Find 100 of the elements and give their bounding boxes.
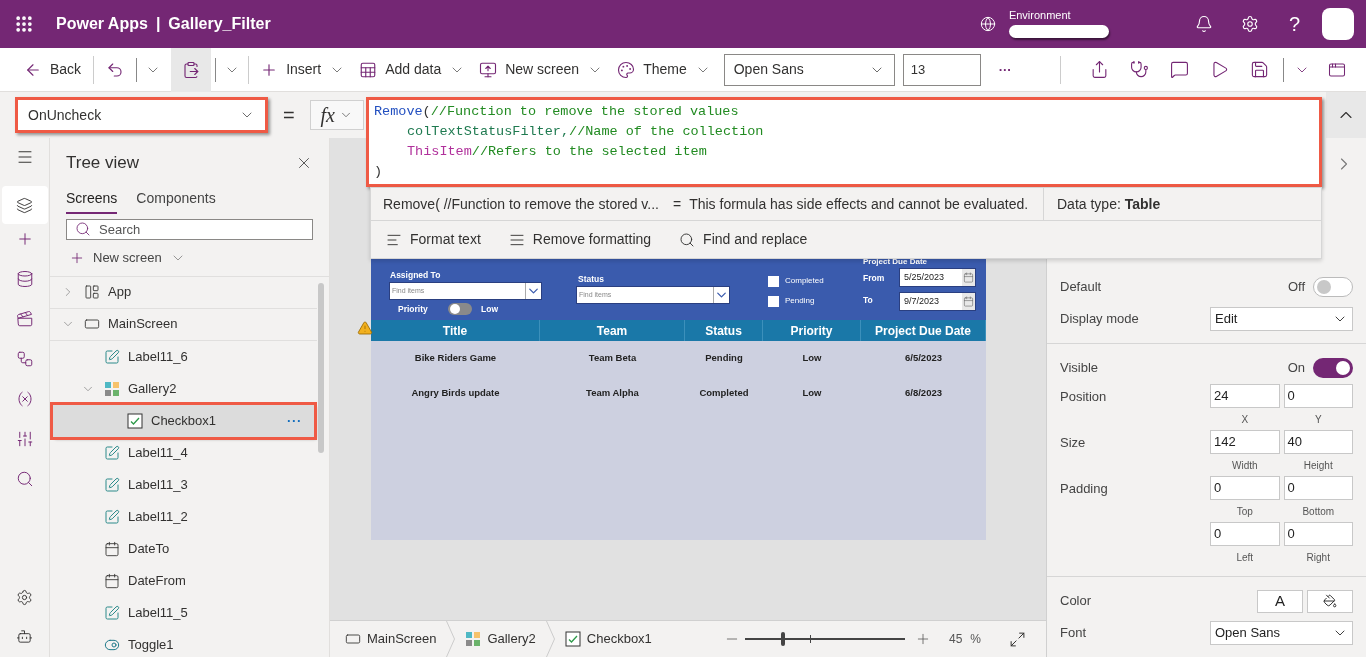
field-caption: Top [1236, 504, 1253, 519]
tree-item[interactable]: Label11_3 [50, 468, 317, 501]
number-field[interactable]: 0 [1283, 384, 1353, 408]
item-label: Gallery2 [128, 379, 177, 398]
checkbox[interactable] [768, 295, 779, 307]
more-button[interactable]: ··· [998, 59, 1012, 80]
toolbar-command[interactable]: Theme [610, 47, 718, 92]
toolbar-command[interactable]: Add data [352, 47, 473, 92]
tree-item[interactable]: MainScreen [50, 308, 317, 341]
menu-icon[interactable] [15, 148, 34, 166]
formula-action[interactable]: Remove formatting [508, 229, 652, 250]
date-picker[interactable]: 9/7/2023 [899, 292, 976, 311]
column-header: Title [371, 320, 540, 341]
search-field[interactable]: Search [66, 218, 313, 240]
formula-editor[interactable]: Remove(//Function to remove the stored values colTextStatusFilter,//Name of the collection ThisItem//Refers to the selected item ) [366, 97, 1322, 187]
item-label: DateTo [128, 539, 170, 558]
number-field[interactable]: 40 [1283, 430, 1353, 454]
notifications-icon[interactable] [1194, 15, 1213, 33]
field-caption: Width [1231, 458, 1258, 473]
number-field[interactable]: 24 [1210, 384, 1280, 408]
bot-icon[interactable] [16, 628, 33, 645]
comment-icon[interactable] [1170, 60, 1189, 79]
text-color-button[interactable]: A [1257, 589, 1303, 613]
tree-item[interactable]: Gallery2 [50, 372, 317, 405]
property-label: Visible [1060, 359, 1100, 378]
zoom-unit: % [970, 631, 981, 648]
toggle-switch[interactable] [448, 303, 472, 315]
field-caption: X [1241, 412, 1249, 427]
tree-item[interactable]: Toggle1 [50, 628, 317, 657]
font-dropdown[interactable]: Open Sans [723, 53, 895, 86]
tree-item[interactable]: Label11_6 [50, 340, 317, 373]
stethoscope-icon[interactable] [1130, 60, 1149, 79]
formula-action[interactable]: Find and replace [679, 229, 808, 250]
number-field[interactable]: 0 [1283, 476, 1353, 500]
breadcrumb-item[interactable]: Checkbox1 [564, 629, 652, 649]
fit-screen-icon[interactable] [1009, 630, 1026, 648]
breadcrumb-item[interactable]: MainScreen [345, 629, 437, 649]
property-dropdown[interactable]: Edit [1210, 307, 1353, 331]
checkbox-icon [564, 631, 581, 647]
tree-item[interactable]: Label11_5 [50, 596, 317, 629]
settings-icon[interactable] [16, 589, 33, 606]
tree-item[interactable]: DateTo [50, 532, 317, 565]
date-picker[interactable]: 5/25/2023 [899, 268, 976, 287]
checkbox-icon [127, 412, 143, 429]
fx-button[interactable]: fx [309, 100, 364, 130]
more-button[interactable]: ··· [287, 410, 302, 431]
new-screen-button[interactable]: New screen [69, 248, 186, 268]
search-icon[interactable] [15, 470, 34, 488]
toggle-switch[interactable] [1313, 358, 1353, 378]
paste-button[interactable] [171, 47, 212, 92]
tree-item[interactable]: Label11_4 [50, 436, 317, 469]
item-label: App [108, 283, 132, 302]
property-label: Default [1060, 278, 1103, 297]
flow-icon[interactable] [15, 350, 34, 368]
variable-icon[interactable] [15, 390, 34, 408]
tools-icon[interactable] [15, 430, 34, 448]
label-icon [104, 444, 120, 461]
toolbar-command[interactable]: Insert [253, 47, 353, 92]
media-icon[interactable] [15, 310, 34, 328]
undo-icon[interactable] [106, 60, 125, 79]
toolbar-command[interactable]: New screen [472, 47, 611, 92]
number-field[interactable]: 0 [1210, 476, 1280, 500]
tree-item[interactable]: App [50, 276, 317, 309]
table-cell-text: Pending [704, 351, 744, 366]
field-caption: Right [1306, 550, 1330, 565]
item-label: Label11_4 [128, 443, 188, 462]
screen-icon [84, 316, 100, 332]
tree-view-tab[interactable] [1, 186, 48, 224]
tree-item[interactable]: Checkbox1 ··· [53, 404, 314, 437]
number-field[interactable]: 0 [1283, 522, 1353, 546]
fill-color-button[interactable] [1307, 589, 1353, 613]
property-dropdown[interactable]: Open Sans [1210, 621, 1353, 645]
property-label: Font [1060, 624, 1087, 643]
column-header: Priority [763, 320, 861, 341]
zoom-slider[interactable] [744, 632, 905, 646]
play-icon[interactable] [1210, 60, 1229, 79]
formula-action[interactable]: Format text [386, 229, 481, 250]
field-label: Status [578, 273, 604, 286]
breadcrumb-item[interactable]: Gallery2 [465, 629, 536, 649]
back-button[interactable]: Back [20, 47, 86, 92]
tree-item[interactable]: DateFrom [50, 564, 317, 597]
share-icon[interactable] [1090, 60, 1109, 79]
environment-picker[interactable] [1008, 25, 1109, 38]
font-size-field[interactable]: 13 [902, 53, 981, 86]
panel-tab[interactable]: Components [136, 187, 216, 214]
column-header: Project Due Date [861, 320, 986, 341]
checkbox[interactable] [768, 275, 779, 287]
publish-icon[interactable] [1328, 60, 1346, 79]
save-icon[interactable] [1250, 60, 1269, 79]
settings-icon[interactable] [1240, 15, 1259, 33]
number-field[interactable]: 0 [1210, 522, 1280, 546]
property-dropdown[interactable]: OnUncheck [15, 97, 268, 133]
database-icon[interactable] [15, 270, 34, 288]
toggle-switch[interactable] [1313, 277, 1353, 297]
panel-tab[interactable]: Screens [66, 187, 118, 214]
app-icon [84, 284, 100, 300]
help-button[interactable]: ? [1288, 9, 1300, 39]
tree-item[interactable]: Label11_2 [50, 500, 317, 533]
app-launcher-icon[interactable] [14, 14, 34, 34]
number-field[interactable]: 142 [1210, 430, 1280, 454]
